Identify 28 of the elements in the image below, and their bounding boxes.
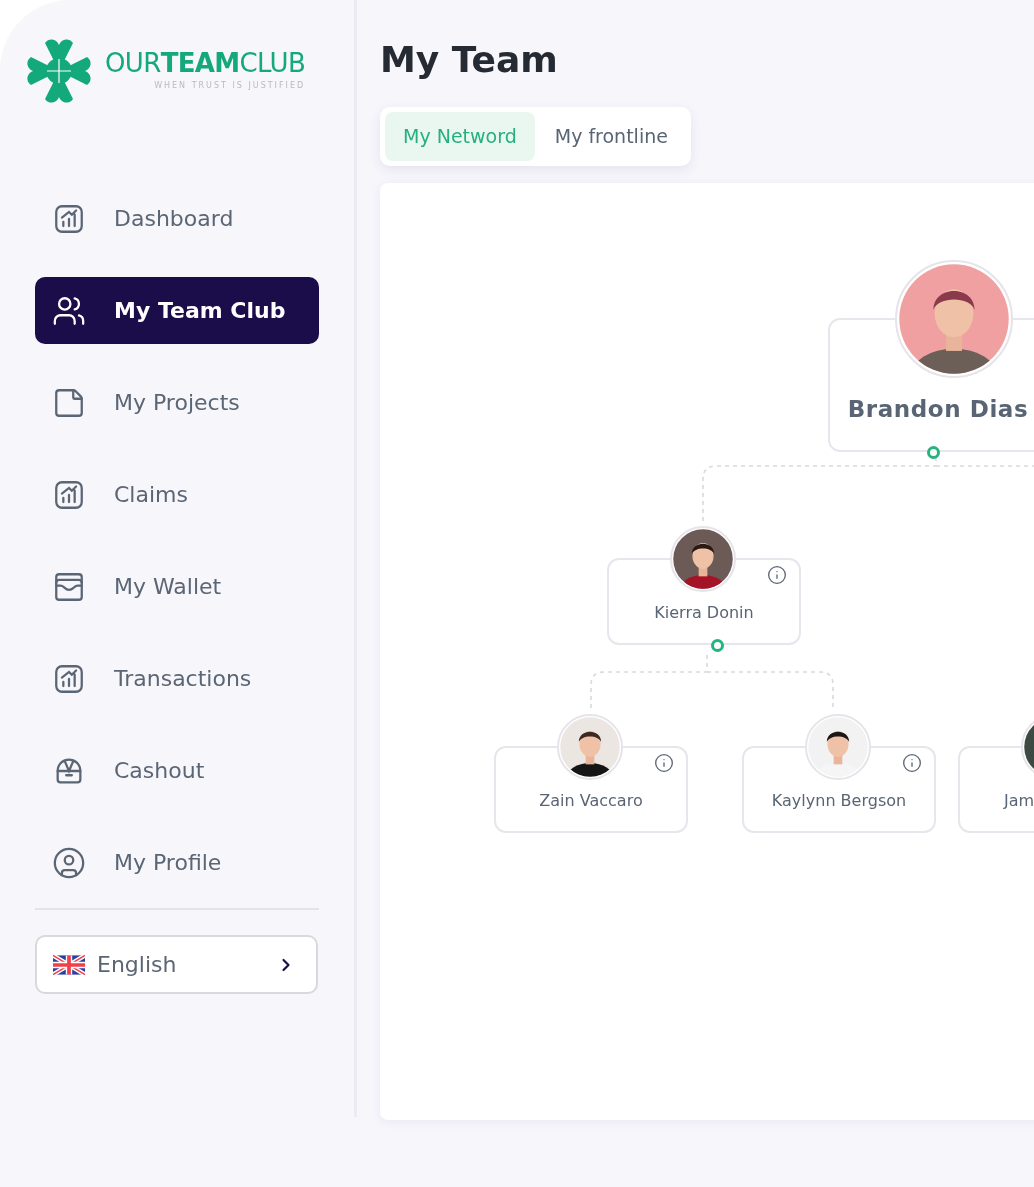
member-name-large: Brandon Dias [846, 394, 1030, 424]
nav-item[interactable]: My Projects [35, 369, 319, 436]
nav-item[interactable]: My Wallet [35, 553, 319, 620]
nav-item[interactable]: Claims [35, 461, 319, 528]
info-icon[interactable] [902, 753, 922, 773]
logo-wordmark: OURTEAMCLUB [105, 50, 306, 76]
tab[interactable]: My frontline [536, 112, 686, 161]
member-card[interactable]: Jam [958, 746, 1034, 833]
user-icon [52, 845, 86, 880]
member-name: Jam [1004, 790, 1034, 812]
info-icon[interactable] [654, 753, 674, 773]
nav-item[interactable]: My Profile [35, 829, 319, 896]
member-name: Zain Vaccaro [538, 790, 644, 812]
member-card[interactable]: Kaylynn Bergson [742, 746, 936, 833]
info-icon[interactable] [767, 565, 787, 585]
member-card[interactable]: Kierra Donin [607, 558, 801, 645]
nav-item[interactable]: My Team Club [35, 277, 319, 344]
language-select[interactable]: English [35, 935, 318, 994]
logo-tagline: WHEN TRUST IS JUSTIFIED [153, 80, 306, 92]
clover-logo-icon [25, 37, 93, 105]
page-title: My Team [380, 38, 559, 82]
nav-item[interactable]: Transactions [35, 645, 319, 712]
nav-item[interactable]: Dashboard [35, 185, 319, 252]
uk-flag-icon [53, 952, 85, 977]
member-card[interactable]: Zain Vaccaro [494, 746, 688, 833]
nav-item[interactable]: Cashout [35, 737, 319, 804]
member-name: Kaylynn Bergson [770, 790, 908, 812]
member-name: Kierra Donin [653, 602, 755, 624]
